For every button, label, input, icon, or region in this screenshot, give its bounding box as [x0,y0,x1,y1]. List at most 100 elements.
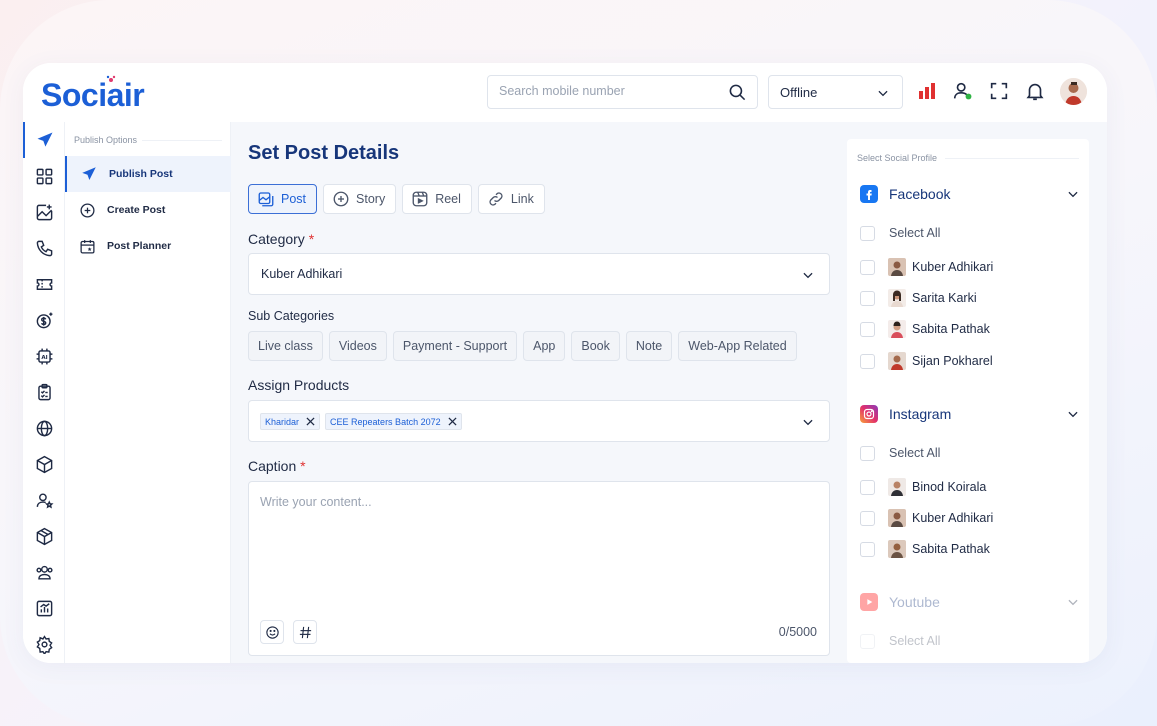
product-tags: Kharidar CEE Repeaters Batch 2072 [260,413,467,430]
status-dropdown[interactable]: Offline [768,75,903,109]
rail-dashboard[interactable] [23,158,65,194]
profile-name: Kuber Adhikari [912,511,994,525]
rail-reports[interactable] [23,590,65,626]
user-status-icon[interactable] [952,80,974,102]
profile-name: Kuber Adhikari [912,260,994,274]
product-tag: CEE Repeaters Batch 2072 [325,413,462,430]
rail-tickets[interactable] [23,266,65,302]
profile-row[interactable]: Sabita Pathak [860,319,1080,339]
tab-label: Story [356,192,386,206]
rail-publish[interactable] [23,122,65,158]
gear-icon [35,634,53,654]
rail-tasks[interactable] [23,374,65,410]
tab-label: Link [510,192,534,206]
search-box[interactable] [487,75,758,109]
category-value: Kuber Adhikari [261,267,343,281]
checkbox[interactable] [860,259,875,275]
checkbox[interactable] [860,225,875,241]
subnav-title: Publish Options [74,135,138,145]
select-all-youtube[interactable]: Select All [860,631,1080,651]
rail-team[interactable] [23,554,65,590]
link-icon [489,192,503,206]
checkbox[interactable] [860,479,875,495]
select-all-label: Select All [889,446,941,460]
rail-customers[interactable] [23,482,65,518]
select-all-instagram[interactable]: Select All [860,443,1080,463]
network-name: Youtube [889,594,940,610]
rail-web[interactable] [23,410,65,446]
social-profiles-panel: Select Social Profile Facebook Select Al… [847,139,1089,663]
search-input[interactable] [499,84,719,98]
search-icon[interactable] [728,83,747,102]
rail-calls[interactable] [23,230,65,266]
avatar[interactable] [1060,78,1087,105]
select-all-facebook[interactable]: Select All [860,223,1080,243]
checkbox[interactable] [860,541,875,557]
hashtag-button[interactable] [293,620,317,644]
subnav-item-publish-post[interactable]: Publish Post [65,156,231,192]
rail-payments[interactable] [23,302,65,338]
checkbox[interactable] [860,321,875,337]
subcategory-chip[interactable]: Book [571,331,620,361]
profile-row[interactable]: Sabita Pathak [860,539,1080,559]
profiles-title: Select Social Profile [857,153,938,163]
tab-story[interactable]: Story [323,184,397,214]
profile-row[interactable]: Kuber Adhikari [860,508,1080,528]
subcategory-chip[interactable]: Note [625,331,673,361]
status-value: Offline [780,85,818,100]
chevron-down-icon [878,90,888,97]
subcategory-chip[interactable]: App [523,331,566,361]
users-icon [35,565,53,580]
tab-link[interactable]: Link [477,184,545,214]
rail-ai[interactable]: AI [23,338,65,374]
rail-media[interactable] [23,194,65,230]
fullscreen-icon[interactable] [988,80,1010,102]
avatar [888,478,906,496]
caption-label: Caption * [248,458,306,474]
rail-settings[interactable] [23,626,65,662]
network-facebook[interactable]: Facebook [860,184,1080,204]
caption-label-text: Caption [248,458,297,474]
emoji-button[interactable] [260,620,284,644]
checkbox[interactable] [860,510,875,526]
chevron-down-icon [1068,191,1078,198]
assign-products-select[interactable]: Kharidar CEE Repeaters Batch 2072 [248,400,830,442]
category-select[interactable]: Kuber Adhikari [248,253,830,295]
checkbox[interactable] [860,353,875,369]
avatar [888,352,906,370]
checkbox[interactable] [860,633,875,649]
instagram-icon [860,405,878,423]
subnav-item-post-planner[interactable]: Post Planner [65,228,231,264]
network-instagram[interactable]: Instagram [860,404,1080,424]
subcategory-chip[interactable]: Web-App Related [678,331,797,361]
subcategory-chip[interactable]: Live class [248,331,323,361]
close-icon[interactable] [306,417,315,426]
icon-rail: AI [23,122,65,663]
ticket-icon [36,278,52,290]
checkbox[interactable] [860,290,875,306]
brand-logo[interactable]: Sociair [41,77,145,114]
close-icon[interactable] [448,417,457,426]
package-icon [36,527,52,545]
calendar-icon [79,239,95,254]
subnav-item-create-post[interactable]: Create Post [65,192,231,228]
subcategory-chip[interactable]: Videos [328,331,387,361]
network-youtube[interactable]: Youtube [860,592,1080,612]
rail-inventory[interactable] [23,518,65,554]
profile-row[interactable]: Binod Koirala [860,477,1080,497]
profile-row[interactable]: Sarita Karki [860,288,1080,308]
caption-editor: 0/5000 [248,481,830,656]
profile-row[interactable]: Sijan Pokharel [860,351,1080,371]
tab-reel[interactable]: Reel [402,184,472,214]
app-window: Sociair Offline [23,63,1107,663]
bar-chart-icon[interactable] [916,80,938,102]
profile-row[interactable]: Kuber Adhikari [860,257,1080,277]
bell-icon[interactable] [1024,80,1046,102]
checkbox[interactable] [860,445,875,461]
subcategory-chip[interactable]: Payment - Support [392,331,518,361]
required-mark: * [308,231,315,247]
caption-input[interactable] [260,495,810,595]
svg-text:AI: AI [41,354,47,360]
rail-products[interactable] [23,446,65,482]
tab-post[interactable]: Post [248,184,318,214]
